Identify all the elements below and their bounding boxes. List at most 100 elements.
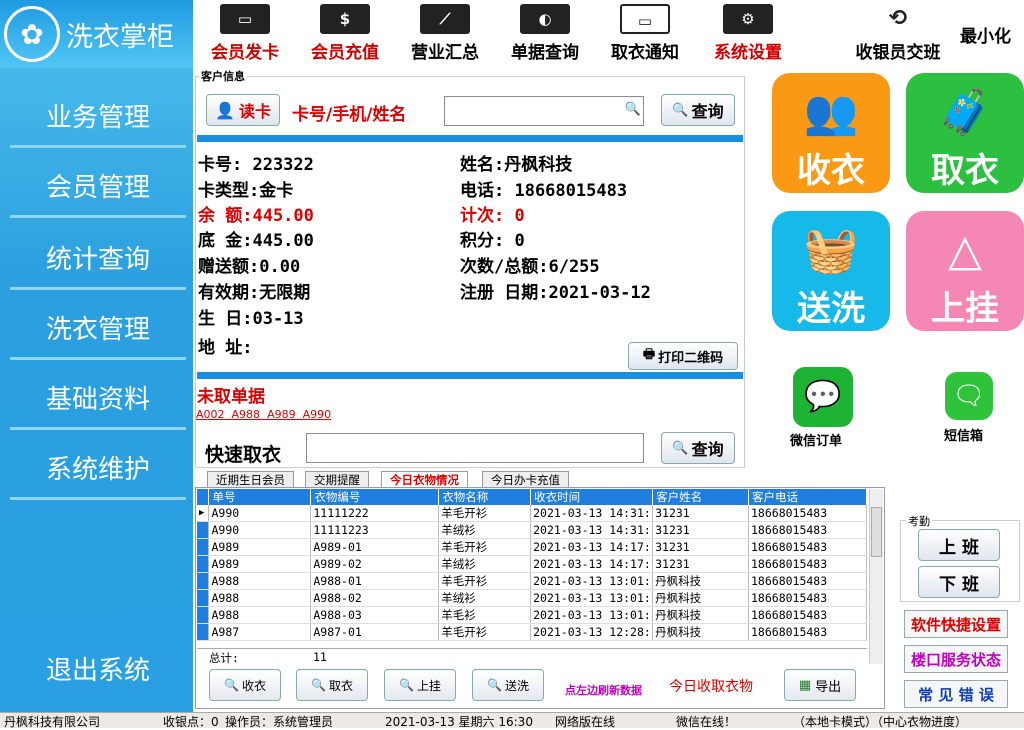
today-received-label: 今日收取衣物 bbox=[669, 679, 753, 695]
table-row[interactable]: A988 A988-01 羊毛开衫 2021-03-13 13:01: 丹枫科技 1866… bbox=[197, 572, 867, 590]
table-cell: A990 bbox=[208, 505, 312, 522]
minimize-button[interactable]: 最小化 bbox=[960, 22, 1011, 47]
app-logo: ✿ 洗衣掌柜 bbox=[0, 0, 193, 68]
query-button[interactable]: 🔍 查询 bbox=[661, 94, 735, 126]
row-indicator bbox=[197, 606, 210, 624]
table-scrollbar[interactable] bbox=[869, 489, 883, 664]
table-cell: 18668015483 bbox=[748, 538, 867, 556]
nav-business[interactable]: 业务管理 bbox=[10, 88, 186, 148]
send-wash-tile[interactable]: 🧺 送洗 bbox=[772, 211, 890, 331]
refresh-hint: 点左边刷新数据 bbox=[565, 684, 642, 697]
print-qr-button[interactable]: 🖶 打印二维码 bbox=[628, 342, 738, 370]
toolbar-order-query[interactable]: ◐ 单据查询 bbox=[500, 0, 590, 66]
search-icon: 🔍 bbox=[487, 678, 502, 692]
table-row[interactable]: A990 11111223 羊绒衫 2021-03-13 14:31: 31231 186… bbox=[197, 521, 867, 539]
customer-phone: 电话: 18668015483 bbox=[460, 181, 628, 201]
excel-icon: ▦ bbox=[798, 677, 812, 693]
exit-button[interactable]: 退出系统 bbox=[10, 640, 186, 702]
table-cell: 丹枫科技 bbox=[652, 572, 749, 590]
table-cell: 31231 bbox=[652, 505, 749, 522]
hang-up-tile[interactable]: △ 上挂 bbox=[906, 211, 1024, 331]
tab-today-clothes[interactable]: 今日衣物情况 bbox=[381, 471, 468, 488]
toolbar-pickup-notice[interactable]: ▭ 取衣通知 bbox=[600, 0, 690, 66]
table-row[interactable]: A987 A987-01 羊毛开衫 2021-03-13 12:28: 丹枫科技 1866… bbox=[197, 623, 867, 641]
card-type: 卡类型:金卡 bbox=[198, 181, 294, 201]
clock-out-button[interactable]: 下 班 bbox=[918, 566, 1000, 598]
search-label: 卡号/手机/姓名 bbox=[292, 105, 407, 125]
nav-basic-data[interactable]: 基础资料 bbox=[10, 370, 186, 430]
search-input[interactable]: 🔍 bbox=[444, 96, 644, 126]
col-item-no[interactable]: 衣物编号 bbox=[310, 489, 440, 505]
tab-birthday-members[interactable]: 近期生日会员 bbox=[207, 471, 294, 488]
common-errors-link[interactable]: 常 见 错 误 bbox=[904, 680, 1008, 708]
quick-query-button[interactable]: 🔍 查询 bbox=[661, 432, 735, 464]
pickup-clothes-tile[interactable]: 🧳 取衣 bbox=[906, 73, 1024, 193]
wechat-orders-label[interactable]: 微信订单 bbox=[790, 430, 842, 449]
col-customer-name[interactable]: 客户姓名 bbox=[652, 489, 749, 505]
register-date: 注册 日期:2021-03-12 bbox=[460, 283, 651, 303]
receive-button[interactable]: 🔍 收衣 bbox=[209, 669, 281, 701]
sms-box-label[interactable]: 短信箱 bbox=[944, 425, 983, 444]
col-customer-phone[interactable]: 客户电话 bbox=[748, 489, 867, 505]
table-cell: 18668015483 bbox=[748, 555, 867, 573]
table-row[interactable]: A989 A989-02 羊绒衫 2021-03-13 14:17: 31231 1866… bbox=[197, 555, 867, 573]
nav-statistics[interactable]: 统计查询 bbox=[10, 230, 186, 290]
tab-today-cards[interactable]: 今日办卡充值 bbox=[482, 471, 569, 488]
nav-laundry[interactable]: 洗衣管理 bbox=[10, 300, 186, 360]
table-cell: 羊绒衫 bbox=[438, 589, 532, 607]
shortcut-settings-link[interactable]: 软件快捷设置 bbox=[904, 610, 1008, 638]
balance: 余 额:445.00 bbox=[198, 206, 314, 226]
table-cell: 羊毛开衫 bbox=[438, 505, 532, 522]
wechat-icon[interactable]: 💬 bbox=[793, 367, 853, 427]
table-cell: A989 bbox=[208, 555, 312, 573]
row-indicator bbox=[197, 623, 210, 641]
quick-pickup-input[interactable] bbox=[306, 433, 644, 463]
untaken-id-link[interactable]: A989 bbox=[267, 408, 296, 421]
table-cell: A988-01 bbox=[310, 572, 440, 590]
table-row[interactable]: ▶ A990 11111222 羊毛开衫 2021-03-13 14:31: 31231 1… bbox=[197, 505, 867, 522]
pickup-button[interactable]: 🔍 取衣 bbox=[296, 669, 368, 701]
cashier-handover-button[interactable]: ⟲ 收银员交班 bbox=[843, 0, 953, 66]
table-cell: 2021-03-13 14:31: bbox=[530, 505, 654, 522]
untaken-id-link[interactable]: A990 bbox=[303, 408, 332, 421]
hang-button[interactable]: 🔍 上挂 bbox=[384, 669, 456, 701]
table-row[interactable]: A988 A988-02 羊绒衫 2021-03-13 13:01: 丹枫科技 18668… bbox=[197, 589, 867, 607]
table-cell: A988-03 bbox=[310, 606, 440, 624]
status-company: 丹枫科技有限公司 bbox=[4, 715, 101, 729]
table-cell: 2021-03-13 13:01: bbox=[530, 606, 654, 624]
base-amount: 底 金:445.00 bbox=[198, 231, 314, 251]
read-card-button[interactable]: 👤 读卡 bbox=[206, 94, 280, 126]
col-item-name[interactable]: 衣物名称 bbox=[438, 489, 532, 505]
status-network: 网络版在线 bbox=[555, 715, 616, 729]
service-status-link[interactable]: 楼口服务状态 bbox=[904, 645, 1008, 673]
toolbar-summary[interactable]: ⟋ 营业汇总 bbox=[400, 0, 490, 66]
table-cell: A988 bbox=[208, 572, 312, 590]
toolbar-issue-card[interactable]: ▭ 会员发卡 bbox=[200, 0, 290, 66]
tab-due-reminder[interactable]: 交期提醒 bbox=[305, 471, 369, 488]
receive-clothes-tile[interactable]: 👥 收衣 bbox=[772, 73, 890, 193]
send-wash-button[interactable]: 🔍 送洗 bbox=[472, 669, 544, 701]
col-order-no[interactable]: 单号 bbox=[208, 489, 312, 505]
table-cell: 2021-03-13 13:01: bbox=[530, 572, 654, 590]
nav-system[interactable]: 系统维护 bbox=[10, 440, 186, 500]
table-cell: 2021-03-13 14:31: bbox=[530, 521, 654, 539]
table-row[interactable]: A988 A988-03 羊毛衫 2021-03-13 13:01: 丹枫科技 18668… bbox=[197, 606, 867, 624]
col-receive-time[interactable]: 收衣时间 bbox=[530, 489, 654, 505]
toolbar-settings[interactable]: ⚙ 系统设置 bbox=[703, 0, 793, 66]
birthday: 生 日:03-13 bbox=[198, 309, 304, 329]
untaken-id-link[interactable]: A002 bbox=[196, 408, 225, 421]
table-cell: 2021-03-13 14:17: bbox=[530, 555, 654, 573]
table-cell: 31231 bbox=[652, 521, 749, 539]
message-icon: ▭ bbox=[620, 4, 670, 34]
row-indicator bbox=[197, 555, 210, 573]
clock-in-button[interactable]: 上 班 bbox=[918, 529, 1000, 561]
untaken-id-link[interactable]: A988 bbox=[232, 408, 261, 421]
table-cell: 羊毛开衫 bbox=[438, 623, 532, 641]
table-cell: A987-01 bbox=[310, 623, 440, 641]
table-row[interactable]: A989 A989-01 羊毛开衫 2021-03-13 14:17: 31231 186… bbox=[197, 538, 867, 556]
customer-section-title: 客户信息 bbox=[199, 68, 247, 84]
nav-member[interactable]: 会员管理 bbox=[10, 158, 186, 218]
toolbar-recharge[interactable]: $ 会员充值 bbox=[300, 0, 390, 66]
sms-icon[interactable]: 🗨 bbox=[945, 372, 993, 420]
export-button[interactable]: ▦ 导出 bbox=[784, 669, 856, 701]
